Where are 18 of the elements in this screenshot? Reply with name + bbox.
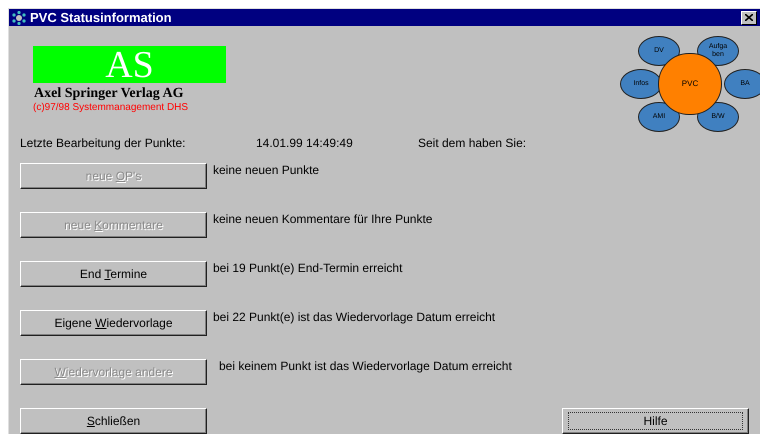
status-message: bei keinem Punkt ist das Wiedervorlage Datum erreicht <box>219 359 512 373</box>
status-message: keine neuen Kommentare für Ihre Punkte <box>213 212 432 226</box>
action-button[interactable]: Hilfe <box>562 408 749 434</box>
company-name: Axel Springer Verlag AG <box>33 86 184 102</box>
status-label: Letzte Bearbeitung der Punkte: <box>20 135 186 152</box>
window-title: PVC Statusinformation <box>30 11 172 24</box>
since-label: Seit dem haben Sie: <box>418 135 526 152</box>
action-button[interactable]: Eigene Wiedervorlage <box>20 310 207 336</box>
close-button[interactable] <box>741 10 757 24</box>
status-message: bei 22 Punkt(e) ist das Wiedervorlage Datum erreicht <box>213 310 496 324</box>
status-message: bei 19 Punkt(e) End-Termin erreicht <box>213 261 402 275</box>
close-icon <box>745 14 753 21</box>
action-button[interactable]: Schließen <box>20 408 207 434</box>
action-button[interactable]: End Termine <box>20 261 207 287</box>
copyright-text: (c)97/98 Systemmanagement DHS <box>33 102 190 114</box>
logo-mark: AS <box>105 46 154 84</box>
timestamp: 14.01.99 14:49:49 <box>256 135 354 152</box>
status-message: keine neuen Punkte <box>213 163 320 177</box>
